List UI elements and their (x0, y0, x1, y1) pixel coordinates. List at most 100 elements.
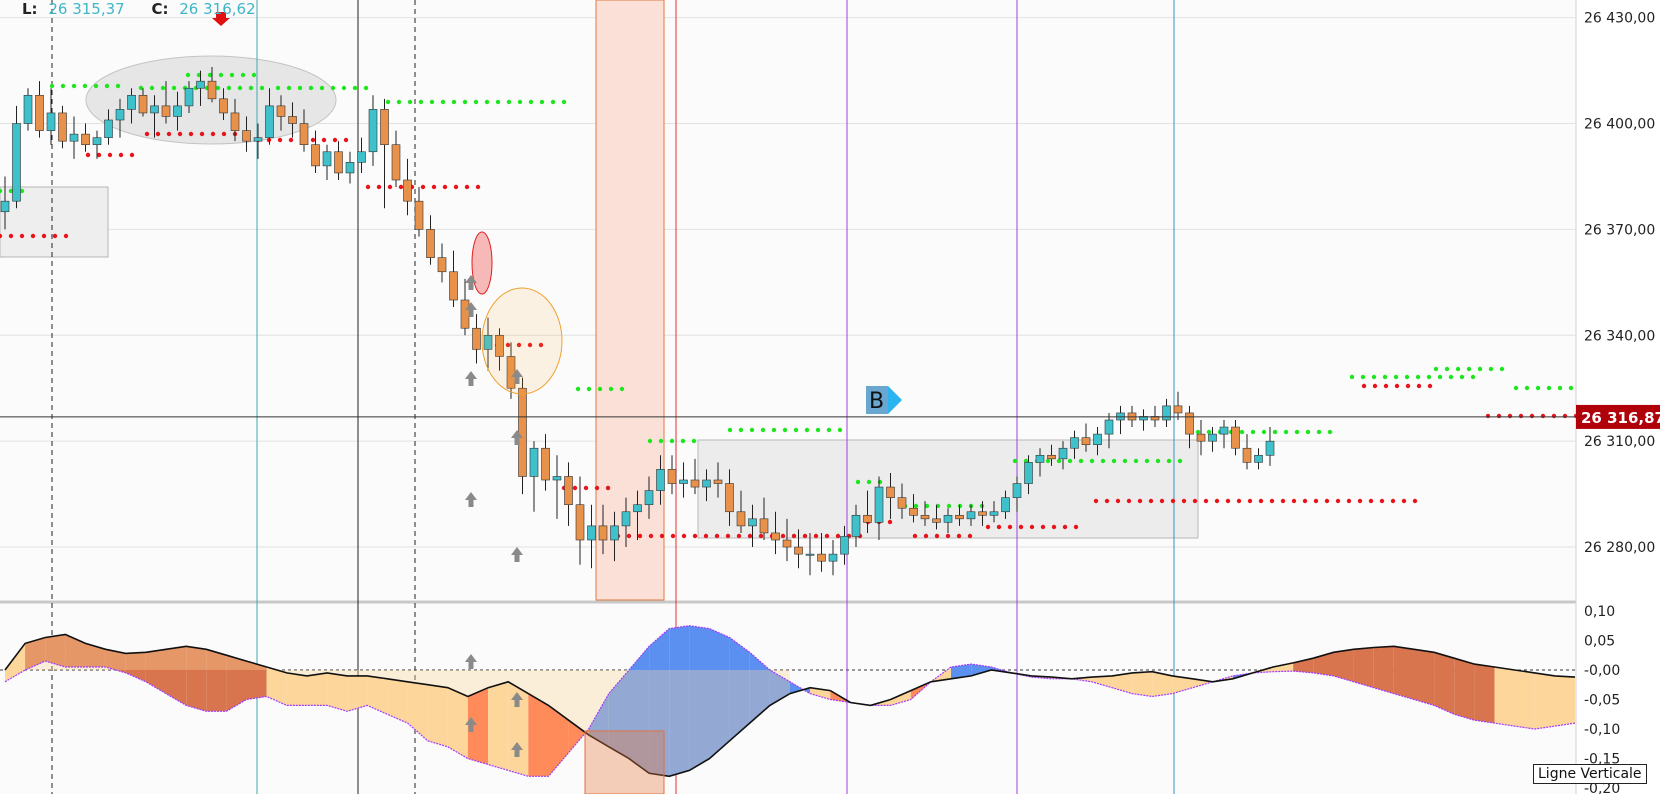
level-dot (714, 533, 720, 539)
oscillator-fill-segment (1434, 652, 1455, 715)
candle (690, 479, 700, 488)
level-dot (1104, 498, 1110, 504)
candle (1035, 454, 1045, 463)
level-dot (1513, 385, 1519, 391)
level-dot (1382, 374, 1388, 380)
candle (955, 514, 964, 520)
level-dot (967, 533, 973, 539)
level-dot (619, 386, 625, 392)
chart-area[interactable]: B 26 430,00 26 400,00 26 370,00 26 340,00 26… (0, 0, 1660, 797)
level-dot (637, 533, 643, 539)
level-dot (451, 99, 457, 105)
level-dot (1291, 498, 1297, 504)
level-dot (1269, 498, 1275, 504)
candle (380, 109, 389, 146)
vertical-line-tool-label[interactable]: Ligne Verticale (1533, 764, 1647, 784)
level-dot (1206, 429, 1212, 435)
level-dot (1346, 498, 1352, 504)
chart-svg[interactable]: B 26 430,00 26 400,00 26 370,00 26 340,00 26… (0, 0, 1660, 797)
level-dot (398, 184, 404, 190)
ohlc-readout: L: 26 315,37 C: 26 316,62 (0, 0, 256, 20)
candle (518, 387, 527, 477)
level-dot (115, 83, 121, 89)
price-tick-label: 26 430,00 (1584, 11, 1655, 27)
level-dot (1524, 385, 1530, 391)
level-dot (1126, 498, 1132, 504)
level-dot (229, 72, 235, 78)
candle (150, 105, 159, 114)
close-label: C: (151, 0, 169, 18)
level-dot (1195, 429, 1201, 435)
level-dot (1093, 498, 1099, 504)
level-dot (826, 427, 832, 433)
level-dot (407, 99, 413, 105)
level-dot (1261, 429, 1267, 435)
candle (1265, 440, 1275, 456)
level-dot (1073, 524, 1079, 530)
level-dot (319, 85, 325, 91)
candle (69, 133, 79, 142)
level-dot (1155, 458, 1161, 464)
level-dot (659, 533, 665, 539)
candle (322, 151, 332, 167)
candle (184, 87, 194, 107)
candle (725, 483, 734, 513)
price-tick-label: 26 310,00 (1584, 434, 1655, 450)
level-dot (1122, 458, 1128, 464)
level-dot (218, 72, 224, 78)
level-dot (680, 438, 686, 444)
candle (989, 511, 999, 516)
level-dot (1115, 498, 1121, 504)
candle (276, 105, 286, 117)
level-dot (288, 137, 294, 143)
level-dot (887, 519, 893, 525)
price-tick-label: 26 280,00 (1584, 540, 1655, 556)
candle (633, 504, 642, 513)
level-dot (1360, 374, 1366, 380)
level-dot (1488, 366, 1494, 372)
candle (12, 123, 21, 202)
level-dot (855, 479, 861, 485)
level-dot (1444, 366, 1450, 372)
level-dot (725, 533, 731, 539)
level-dot (484, 99, 490, 105)
level-dot (308, 85, 314, 91)
candle (667, 469, 677, 484)
level-dot (506, 99, 512, 105)
level-dot (1335, 498, 1341, 504)
candle (541, 447, 550, 481)
candle (311, 144, 320, 167)
level-dot (1455, 366, 1461, 372)
level-dot (1137, 498, 1143, 504)
level-dot (782, 427, 788, 433)
level-dot (297, 85, 303, 91)
level-dot (648, 533, 654, 539)
level-dot (1379, 498, 1385, 504)
candle (920, 514, 930, 520)
level-dot (583, 485, 589, 491)
level-dot (1305, 429, 1311, 435)
level-dot (913, 503, 919, 509)
level-dot (1181, 498, 1187, 504)
level-dot (1485, 413, 1491, 419)
level-dot (171, 85, 177, 91)
level-dot (1412, 498, 1418, 504)
level-dot (363, 85, 369, 91)
level-dot (1390, 498, 1396, 504)
level-dot (1078, 458, 1084, 464)
level-dot (85, 152, 91, 158)
level-dot (71, 83, 77, 89)
level-dot (82, 83, 88, 89)
level-dot (1280, 498, 1286, 504)
candle (794, 546, 803, 555)
candle (1070, 437, 1079, 449)
candle (1208, 433, 1217, 442)
level-dot (594, 485, 600, 491)
level-dot (1496, 413, 1502, 419)
level-dot (703, 533, 709, 539)
level-dot (49, 83, 55, 89)
candle (138, 94, 148, 114)
oscillator-fill-segment (488, 681, 509, 771)
candle (1104, 419, 1114, 435)
level-dot (376, 184, 382, 190)
